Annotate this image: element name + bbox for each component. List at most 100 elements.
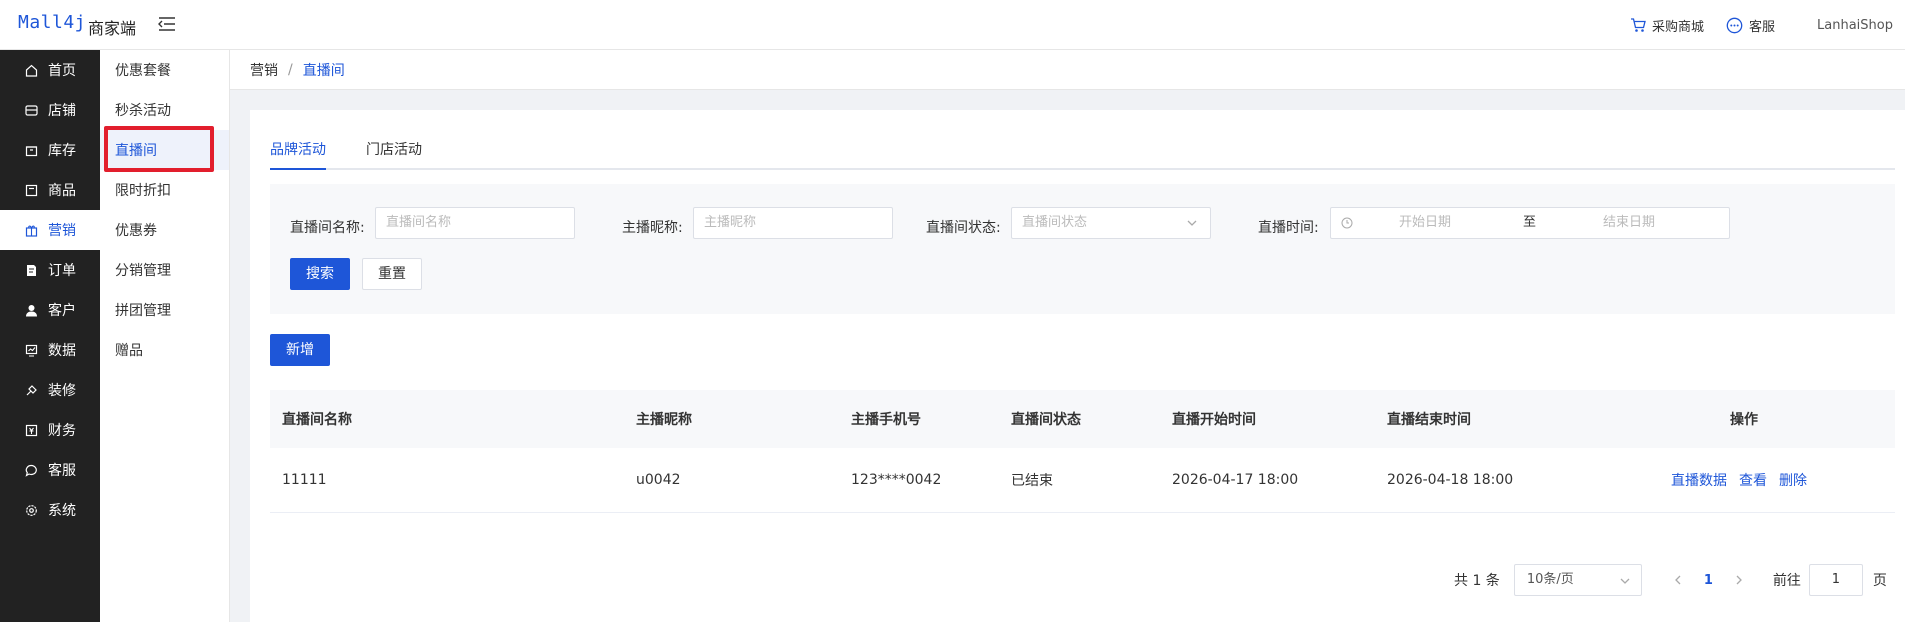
- menu-fold-icon[interactable]: [158, 16, 176, 32]
- breadcrumb-parent[interactable]: 营销: [250, 60, 278, 80]
- column-header: 直播间名称: [282, 412, 352, 428]
- column-header: 直播开始时间: [1172, 412, 1256, 428]
- nav-item-label: 客户: [48, 303, 76, 319]
- anchor-nickname-cell: u0042: [636, 472, 681, 488]
- home-icon: [24, 63, 38, 77]
- goto-page-input[interactable]: 1: [1808, 564, 1863, 596]
- nav-item-label: 库存: [48, 143, 76, 159]
- chat-icon: [24, 463, 38, 477]
- end-date-input[interactable]: 结束日期: [1603, 208, 1655, 238]
- pagination: 共 1 条 10条/页 1 前往 1 页: [1454, 564, 1887, 596]
- main-content: 品牌活动 门店活动 直播间名称: 直播间名称 主播昵称: 主播昵称 直播间状态:…: [250, 110, 1905, 622]
- customer-service-label: 客服: [1749, 19, 1776, 35]
- nav-item-goods[interactable]: 商品: [0, 170, 100, 210]
- nav-item-label: 订单: [48, 263, 76, 279]
- current-page[interactable]: 1: [1704, 573, 1713, 588]
- nav-item-store[interactable]: 店铺: [0, 90, 100, 130]
- chevron-down-icon: [1187, 220, 1197, 226]
- chevron-down-icon: [1620, 578, 1630, 584]
- tab-brand-activity[interactable]: 品牌活动: [270, 136, 326, 170]
- live-time-range-picker[interactable]: 开始日期 至 结束日期: [1330, 207, 1730, 239]
- page-size-select[interactable]: 10条/页: [1513, 564, 1642, 596]
- nav-item-label: 装修: [48, 383, 76, 399]
- store-icon: [24, 103, 38, 117]
- nav-item-label: 商品: [48, 183, 76, 199]
- sub-item-group-buy[interactable]: 拼团管理: [100, 290, 229, 330]
- view-link[interactable]: 查看: [1739, 470, 1767, 490]
- nav-item-label: 店铺: [48, 103, 76, 119]
- customer-service-link[interactable]: 客服: [1726, 16, 1775, 35]
- breadcrumb-separator: /: [288, 61, 293, 78]
- start-date-input[interactable]: 开始日期: [1399, 208, 1451, 238]
- page-size-value: 10条/页: [1526, 572, 1574, 587]
- actions-cell: 直播数据 查看 删除: [1671, 448, 1819, 512]
- box-icon: [24, 143, 38, 157]
- brush-icon: [24, 383, 38, 397]
- sub-item-distribution[interactable]: 分销管理: [100, 250, 229, 290]
- reset-button[interactable]: 重置: [362, 258, 422, 290]
- column-header: 直播间状态: [1011, 412, 1081, 428]
- room-status-placeholder: 直播间状态: [1022, 215, 1088, 230]
- range-separator: 至: [1523, 215, 1537, 230]
- sub-item-package[interactable]: 优惠套餐: [100, 50, 229, 90]
- sub-item-gift[interactable]: 赠品: [100, 330, 229, 370]
- prev-page-icon[interactable]: [1672, 574, 1684, 586]
- tab-bar: 品牌活动 门店活动: [270, 136, 1895, 170]
- nav-item-data[interactable]: 数据: [0, 330, 100, 370]
- room-status-label: 直播间状态:: [926, 220, 1001, 236]
- breadcrumb-current: 直播间: [302, 62, 345, 79]
- next-page-icon[interactable]: [1733, 574, 1745, 586]
- nav-item-customers[interactable]: 客户: [0, 290, 100, 330]
- tab-store-activity[interactable]: 门店活动: [366, 136, 422, 170]
- anchor-nickname-input[interactable]: 主播昵称: [693, 207, 893, 239]
- page-suffix: 页: [1872, 573, 1887, 589]
- nav-item-decoration[interactable]: 装修: [0, 370, 100, 410]
- table-header: 直播间名称 主播昵称 主播手机号 直播间状态 直播开始时间 直播结束时间 操作: [270, 390, 1895, 448]
- sub-item-seckill[interactable]: 秒杀活动: [100, 90, 229, 130]
- nav-item-system[interactable]: 系统: [0, 490, 100, 530]
- nav-item-service[interactable]: 客服: [0, 450, 100, 490]
- start-time-cell: 2026-04-17 18:00: [1172, 472, 1299, 488]
- nav-item-finance[interactable]: 财务: [0, 410, 100, 450]
- column-header: 主播昵称: [636, 412, 692, 428]
- room-name-cell: 11111: [282, 472, 327, 488]
- live-room-table: 直播间名称 主播昵称 主播手机号 直播间状态 直播开始时间 直播结束时间 操作 …: [270, 390, 1895, 513]
- nav-item-home[interactable]: 首页: [0, 50, 100, 90]
- goto-label: 前往: [1772, 573, 1801, 589]
- nav-item-label: 数据: [48, 343, 76, 359]
- add-button[interactable]: 新增: [270, 334, 330, 366]
- app-subtitle: 商家端: [88, 19, 137, 38]
- column-header: 主播手机号: [851, 412, 921, 428]
- nav-item-inventory[interactable]: 库存: [0, 130, 100, 170]
- delete-link[interactable]: 删除: [1779, 470, 1807, 490]
- cart-icon: [1631, 17, 1646, 32]
- nav-item-label: 首页: [48, 63, 76, 79]
- sub-item-discount[interactable]: 限时折扣: [100, 170, 229, 210]
- total-count: 共 1 条: [1454, 573, 1500, 589]
- anchor-phone-cell: 123****0042: [851, 472, 942, 488]
- sub-item-coupon[interactable]: 优惠券: [100, 210, 229, 250]
- user-name[interactable]: LanhaiShop: [1817, 18, 1893, 33]
- nav-item-label: 客服: [48, 463, 76, 479]
- column-header: 操作: [1730, 412, 1758, 428]
- purchase-mall-link[interactable]: 采购商城: [1630, 16, 1704, 35]
- nav-item-orders[interactable]: 订单: [0, 250, 100, 290]
- chart-icon: [24, 343, 38, 357]
- room-status-cell: 已结束: [1011, 473, 1053, 489]
- chat-icon: [1726, 17, 1743, 33]
- column-header: 直播结束时间: [1387, 412, 1471, 428]
- filter-panel: 直播间名称: 直播间名称 主播昵称: 主播昵称 直播间状态: 直播间状态 直播时…: [270, 184, 1895, 314]
- finance-icon: [24, 423, 38, 437]
- search-button[interactable]: 搜索: [290, 258, 350, 290]
- top-header: Mall4j 商家端 采购商城 客服 LanhaiShop: [0, 0, 1905, 50]
- live-time-label: 直播时间:: [1258, 220, 1319, 236]
- order-icon: [24, 263, 38, 277]
- nav-item-marketing[interactable]: 营销: [0, 210, 100, 250]
- room-name-label: 直播间名称:: [290, 220, 365, 236]
- room-name-input[interactable]: 直播间名称: [375, 207, 575, 239]
- app-logo[interactable]: Mall4j: [18, 12, 86, 33]
- room-status-select[interactable]: 直播间状态: [1011, 207, 1211, 239]
- anchor-nickname-label: 主播昵称:: [622, 220, 683, 236]
- live-data-link[interactable]: 直播数据: [1671, 470, 1727, 490]
- purchase-mall-label: 采购商城: [1652, 19, 1705, 35]
